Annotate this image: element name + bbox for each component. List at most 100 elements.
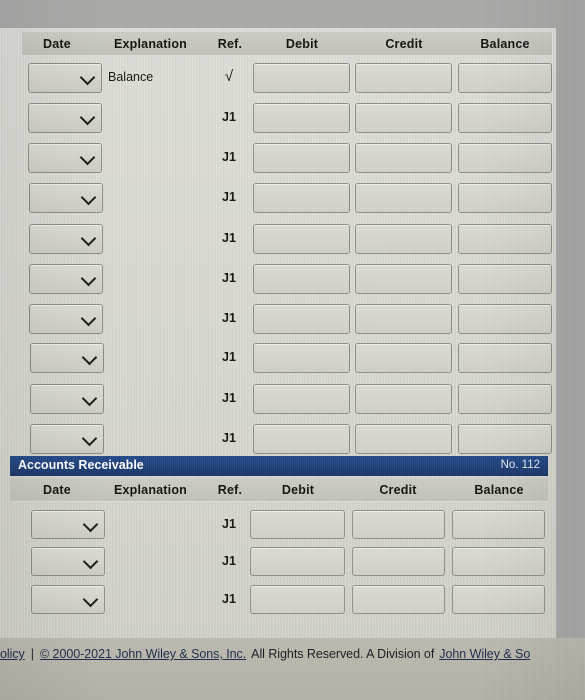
chevron-down-icon	[81, 390, 98, 407]
date-select-0-2[interactable]	[28, 143, 102, 173]
credit-input-0-6[interactable]	[355, 304, 452, 334]
debit-input-1-1[interactable]	[250, 547, 345, 576]
debit-input-0-2[interactable]	[253, 143, 350, 173]
right-gutter-band	[556, 28, 585, 638]
column-header-date-1: Date	[43, 483, 71, 497]
ref-cell-0-3: J1	[222, 190, 236, 204]
balance-input-0-2[interactable]	[458, 143, 552, 173]
ref-cell-1-2: J1	[222, 592, 236, 606]
balance-input-1-1[interactable]	[452, 547, 545, 576]
credit-input-0-9[interactable]	[355, 424, 452, 454]
account-number-1: No. 112	[500, 459, 540, 471]
column-header-ref-0: Ref.	[217, 37, 243, 51]
ref-cell-0-5: J1	[222, 271, 236, 285]
column-header-balance-1: Balance	[474, 483, 524, 497]
date-select-1-1[interactable]	[31, 547, 105, 576]
credit-input-1-2[interactable]	[352, 585, 445, 614]
debit-input-0-9[interactable]	[253, 424, 350, 454]
privacy-policy-link[interactable]: olicy	[0, 647, 25, 661]
chevron-down-icon	[81, 349, 98, 366]
credit-input-0-5[interactable]	[355, 264, 452, 294]
balance-input-0-0[interactable]	[458, 63, 552, 93]
ref-cell-0-9: J1	[222, 431, 236, 445]
chevron-down-icon	[80, 189, 97, 206]
balance-input-0-4[interactable]	[458, 224, 552, 254]
balance-input-1-2[interactable]	[452, 585, 545, 614]
date-select-0-7[interactable]	[30, 343, 104, 373]
column-header-credit-0: Credit	[385, 37, 423, 51]
debit-input-0-3[interactable]	[253, 183, 350, 213]
chevron-down-icon	[80, 230, 97, 247]
balance-input-0-5[interactable]	[458, 264, 552, 294]
date-select-0-8[interactable]	[30, 384, 104, 414]
column-header-date-0: Date	[43, 37, 71, 51]
chevron-down-icon	[80, 270, 97, 287]
ref-cell-0-7: J1	[222, 350, 236, 364]
column-header-credit-1: Credit	[379, 483, 417, 497]
balance-input-1-0[interactable]	[452, 510, 545, 539]
credit-input-0-1[interactable]	[355, 103, 452, 133]
column-header-ref-1: Ref.	[217, 483, 243, 497]
ref-cell-0-2: J1	[222, 150, 236, 164]
date-select-0-3[interactable]	[29, 183, 103, 213]
ref-cell-0-4: J1	[222, 231, 236, 245]
ref-cell-1-0: J1	[222, 517, 236, 531]
chevron-down-icon	[79, 149, 96, 166]
balance-input-0-3[interactable]	[458, 183, 552, 213]
credit-input-0-7[interactable]	[355, 343, 452, 373]
column-header-debit-0: Debit	[285, 37, 319, 51]
debit-input-0-7[interactable]	[253, 343, 350, 373]
debit-input-0-8[interactable]	[253, 384, 350, 414]
debit-input-0-4[interactable]	[253, 224, 350, 254]
chevron-down-icon	[80, 310, 97, 327]
balance-input-0-1[interactable]	[458, 103, 552, 133]
date-select-0-1[interactable]	[28, 103, 102, 133]
date-select-0-5[interactable]	[29, 264, 103, 294]
ref-cell-0-8: J1	[222, 391, 236, 405]
top-gutter-band	[0, 0, 585, 28]
chevron-down-icon	[82, 553, 99, 569]
division-link[interactable]: John Wiley & So	[439, 647, 530, 661]
screenshot-root: Date Explanation Ref. Debit Credit Balan…	[0, 0, 585, 700]
date-select-0-4[interactable]	[29, 224, 103, 254]
credit-input-0-4[interactable]	[355, 224, 452, 254]
date-select-0-9[interactable]	[30, 424, 104, 454]
column-header-explanation-0: Explanation	[113, 37, 188, 51]
ref-cell-0-0: √	[224, 68, 234, 85]
date-select-0-0[interactable]	[28, 63, 102, 93]
ref-cell-1-1: J1	[222, 554, 236, 568]
date-select-0-6[interactable]	[29, 304, 103, 334]
ref-cell-0-1: J1	[222, 110, 236, 124]
credit-input-0-8[interactable]	[355, 384, 452, 414]
balance-input-0-6[interactable]	[458, 304, 552, 334]
footer-separator: |	[30, 647, 34, 661]
credit-input-0-3[interactable]	[355, 183, 452, 213]
credit-input-0-2[interactable]	[355, 143, 452, 173]
column-header-explanation-1: Explanation	[113, 483, 188, 497]
debit-input-1-2[interactable]	[250, 585, 345, 614]
credit-input-1-1[interactable]	[352, 547, 445, 576]
credit-input-0-0[interactable]	[355, 63, 452, 93]
chevron-down-icon	[82, 591, 99, 607]
balance-input-0-7[interactable]	[458, 343, 552, 373]
debit-input-0-0[interactable]	[253, 63, 350, 93]
balance-input-0-9[interactable]	[458, 424, 552, 454]
chevron-down-icon	[82, 516, 99, 532]
column-header-debit-1: Debit	[281, 483, 315, 497]
rights-reserved-text: All Rights Reserved. A Division of	[251, 647, 435, 661]
credit-input-1-0[interactable]	[352, 510, 445, 539]
debit-input-0-5[interactable]	[253, 264, 350, 294]
explanation-cell-0-0: Balance	[108, 70, 154, 84]
page-footer: olicy | © 2000-2021 John Wiley & Sons, Inc…	[0, 638, 585, 700]
debit-input-1-0[interactable]	[250, 510, 345, 539]
balance-input-0-8[interactable]	[458, 384, 552, 414]
account-name-1: Accounts Receivable	[18, 458, 144, 472]
debit-input-0-6[interactable]	[253, 304, 350, 334]
account-title-bar-1: Accounts Receivable No. 112	[10, 456, 548, 476]
date-select-1-0[interactable]	[31, 510, 105, 539]
copyright-link[interactable]: © 2000-2021 John Wiley & Sons, Inc.	[40, 647, 246, 661]
chevron-down-icon	[81, 430, 98, 447]
chevron-down-icon	[79, 69, 96, 86]
date-select-1-2[interactable]	[31, 585, 105, 614]
debit-input-0-1[interactable]	[253, 103, 350, 133]
